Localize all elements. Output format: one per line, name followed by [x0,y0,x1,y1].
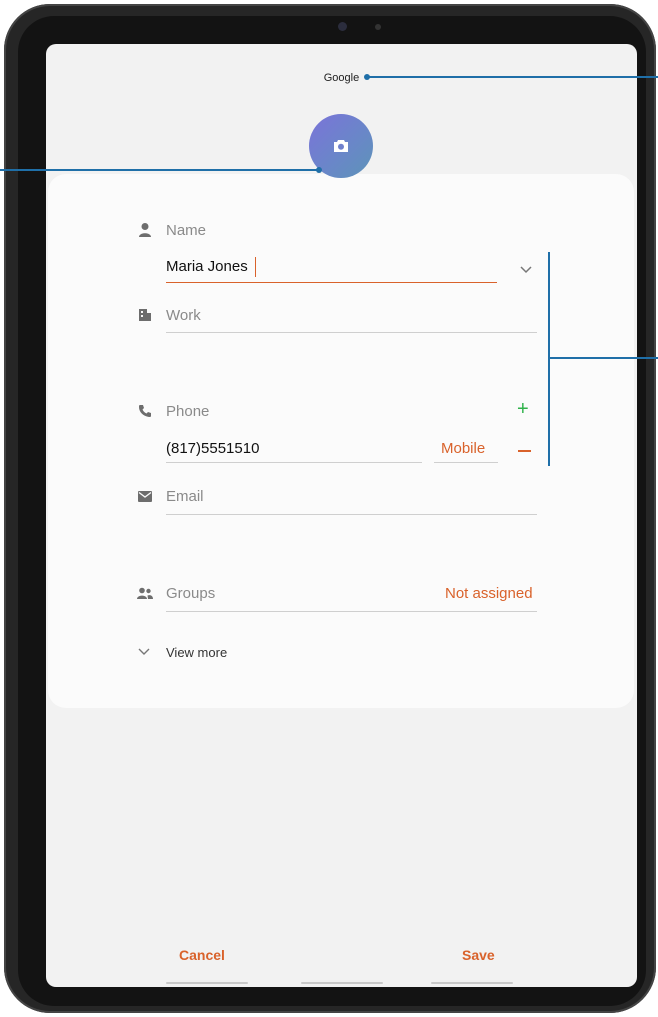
account-label[interactable]: Google [46,72,637,84]
groups-underline [166,611,537,612]
contact-form-card: Name Maria Jones Work Phone + (817)55515… [48,174,634,708]
email-icon [138,491,152,502]
nav-bar-recents[interactable] [166,982,248,984]
phone-input[interactable]: (817)5551510 [166,440,259,457]
groups-label: Groups [166,585,216,602]
groups-icon [137,587,153,599]
name-underline [166,282,497,283]
front-camera [338,22,347,31]
callout-dot-account [364,74,370,80]
cancel-button[interactable]: Cancel [179,947,225,963]
groups-value[interactable]: Not assigned [445,585,533,602]
callout-bracket-fields [548,252,550,466]
view-more-button[interactable]: View more [166,645,227,660]
callout-line-fields [548,357,658,359]
add-phone-button[interactable]: + [517,398,529,421]
phone-label: Phone [166,403,210,420]
save-button[interactable]: Save [462,947,495,963]
camera-icon [334,140,348,152]
name-label: Name [166,222,207,239]
callout-dot-photo [316,167,322,173]
email-field[interactable]: Email [166,488,204,505]
phone-type-select[interactable]: Mobile [441,440,485,457]
phone-icon [139,405,151,417]
work-field[interactable]: Work [166,307,201,324]
phone-underline [166,462,422,463]
phone-type-underline [434,462,498,463]
work-underline [166,332,537,333]
person-icon [139,223,151,237]
nav-bar-home[interactable] [301,982,383,984]
name-input[interactable]: Maria Jones [166,258,248,275]
remove-phone-button[interactable] [518,450,531,452]
text-cursor [255,257,256,277]
sensor [375,24,381,30]
contact-editor-screen: Google Name Maria Jones Work Phone + (81… [46,44,637,987]
email-underline [166,514,537,515]
chevron-down-icon[interactable] [520,266,532,274]
callout-line-account [366,76,658,78]
nav-bar-back[interactable] [431,982,513,984]
chevron-down-icon [138,648,150,655]
building-icon [139,309,151,321]
callout-line-photo [0,169,320,171]
